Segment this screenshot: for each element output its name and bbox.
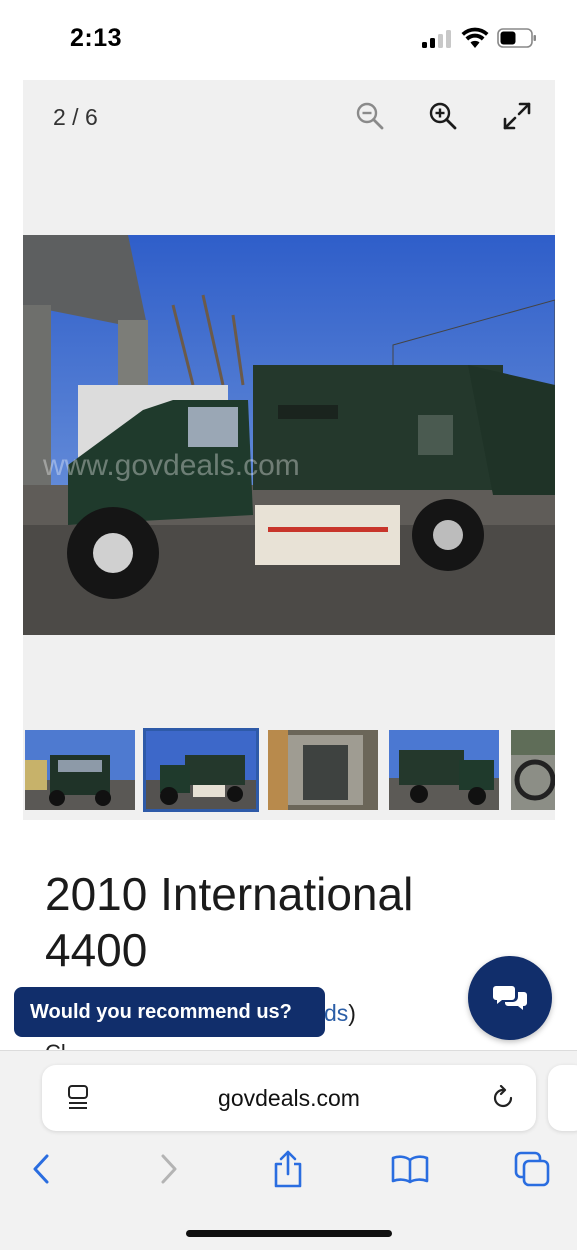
status-time: 2:13 — [70, 24, 123, 52]
truck-front-thumbnail — [25, 730, 135, 810]
back-button[interactable] — [22, 1149, 62, 1189]
image-gallery: 2 / 6 www.govdeals.com — [23, 80, 555, 820]
zoom-in-button[interactable] — [425, 98, 461, 134]
zoom-out-icon — [356, 102, 384, 130]
status-bar: 2:13 — [0, 0, 577, 76]
zoom-in-icon — [429, 102, 457, 130]
fullscreen-button[interactable] — [499, 98, 535, 134]
reload-icon[interactable] — [490, 1085, 516, 1111]
main-photo[interactable]: www.govdeals.com — [23, 235, 555, 635]
cellular-signal-icon — [422, 30, 452, 48]
garbage-truck-photo: www.govdeals.com — [23, 235, 555, 635]
bookmarks-button[interactable] — [390, 1149, 430, 1189]
share-icon — [274, 1150, 302, 1188]
browser-toolbar: govdeals.com — [0, 1050, 577, 1250]
chat-button[interactable] — [468, 956, 552, 1040]
photo-watermark: www.govdeals.com — [42, 449, 300, 482]
thumbnail-3[interactable] — [268, 730, 378, 810]
truck-side-thumbnail-2 — [389, 730, 499, 810]
back-icon — [33, 1154, 49, 1184]
thumbnail-4[interactable] — [389, 730, 499, 810]
thumbnail-strip — [23, 728, 555, 816]
listing-sub-paren: ) — [348, 1000, 356, 1026]
thumbnail-2[interactable] — [143, 728, 259, 812]
recommend-feedback-button[interactable]: Would you recommend us? — [14, 987, 325, 1037]
wifi-icon — [461, 27, 489, 48]
bookmarks-icon — [391, 1155, 429, 1184]
battery-icon — [497, 28, 536, 48]
next-tab-peek[interactable] — [548, 1065, 577, 1131]
chat-bubbles-icon — [493, 986, 527, 1010]
tabs-icon — [514, 1151, 550, 1187]
truck-interior-thumbnail — [511, 730, 555, 810]
listing-title: 2010 International 4400 — [45, 866, 525, 978]
tabs-button[interactable] — [512, 1149, 552, 1189]
thumbnail-1[interactable] — [25, 730, 135, 810]
image-counter: 2 / 6 — [53, 104, 98, 130]
zoom-out-button[interactable] — [352, 98, 388, 134]
forward-icon — [161, 1154, 177, 1184]
expand-icon — [503, 102, 531, 130]
url-text[interactable]: govdeals.com — [42, 1085, 536, 1112]
listing-sub-link[interactable]: ds) — [324, 1000, 356, 1027]
listing-title-line1: 2010 International — [45, 868, 414, 920]
thumbnail-5[interactable] — [511, 730, 555, 810]
listing-sub-link-text[interactable]: ds — [324, 1000, 348, 1026]
truck-side-thumbnail — [145, 730, 257, 810]
listing-title-line2: 4400 — [45, 924, 148, 976]
home-indicator — [186, 1230, 392, 1237]
truck-rear-thumbnail — [268, 730, 378, 810]
share-button[interactable] — [268, 1149, 308, 1189]
forward-button[interactable] — [148, 1149, 188, 1189]
address-bar[interactable]: govdeals.com — [42, 1065, 536, 1131]
